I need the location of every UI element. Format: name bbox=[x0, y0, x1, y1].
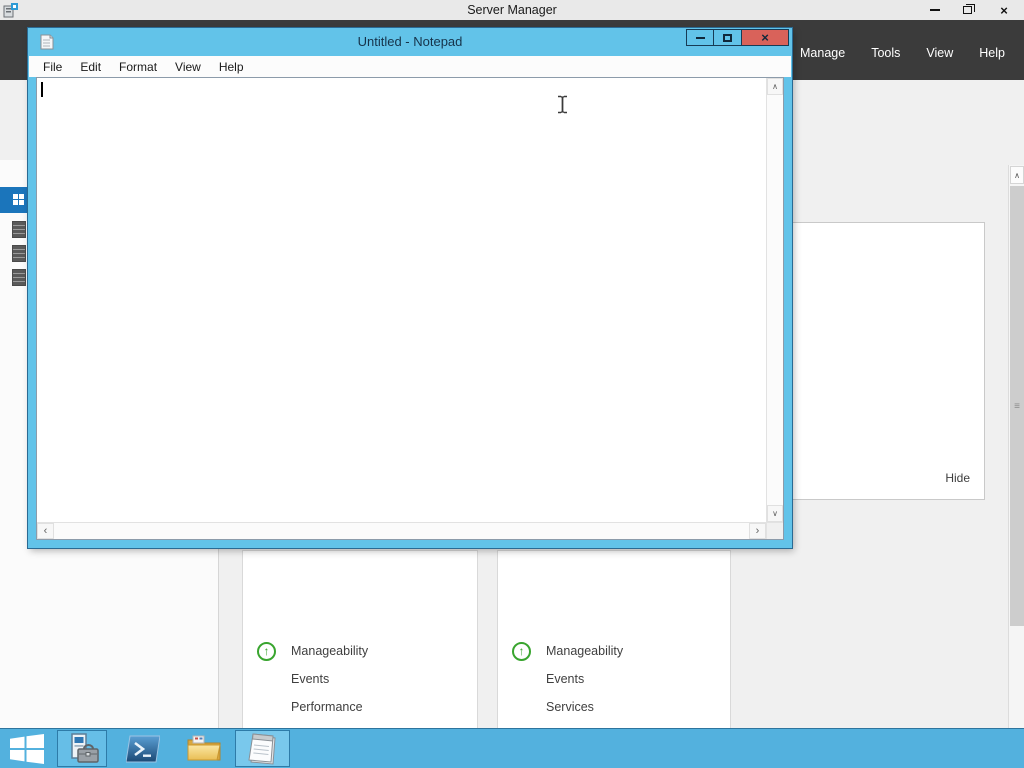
notepad-client-area: ∧ ∨ ‹ › bbox=[36, 77, 784, 540]
appbar-menu-manage[interactable]: Manage bbox=[787, 44, 858, 62]
scroll-right-button[interactable]: › bbox=[749, 523, 766, 539]
notepad-menubar: File Edit Format View Help bbox=[29, 56, 791, 77]
window-title: Untitled - Notepad bbox=[357, 34, 463, 49]
maximize-icon bbox=[723, 33, 732, 42]
tile-link-label: Manageability bbox=[546, 644, 624, 658]
notepad-window: Untitled - Notepad × File Edit Format Vi… bbox=[28, 28, 792, 548]
notepad-menu-help[interactable]: Help bbox=[210, 60, 253, 74]
notepad-vertical-scrollbar[interactable]: ∧ ∨ bbox=[766, 78, 783, 522]
sidebar-item-local-server[interactable] bbox=[12, 221, 26, 238]
tile2-link-events[interactable]: Events bbox=[498, 665, 730, 693]
scroll-up-button[interactable]: ∧ bbox=[1010, 166, 1024, 184]
appbar-menu-tools[interactable]: Tools bbox=[858, 44, 913, 62]
server-manager-titlebar: Server Manager × bbox=[0, 0, 1024, 20]
restore-icon bbox=[963, 4, 975, 14]
status-up-arrow-icon: ↑ bbox=[512, 641, 531, 661]
notepad-titlebar[interactable]: Untitled - Notepad × bbox=[28, 28, 792, 56]
tile1-link-manageability[interactable]: ↑ Manageability bbox=[243, 637, 477, 665]
powershell-icon bbox=[126, 735, 160, 762]
server-manager-icon bbox=[71, 732, 99, 763]
sm-restore-button[interactable] bbox=[951, 0, 984, 20]
appbar-menu-help[interactable]: Help bbox=[966, 44, 1018, 62]
taskbar-notepad-button[interactable] bbox=[235, 730, 290, 767]
taskbar-explorer-button[interactable] bbox=[179, 730, 229, 767]
tile-link-label: Services bbox=[546, 700, 594, 714]
resize-grip[interactable] bbox=[766, 522, 783, 539]
window-title: Server Manager bbox=[467, 3, 557, 17]
tile2-link-services[interactable]: Services bbox=[498, 693, 730, 721]
sm-vertical-scrollbar[interactable]: ∧ ≡ ∨ bbox=[1008, 165, 1024, 768]
start-button[interactable] bbox=[0, 730, 54, 767]
notepad-horizontal-scrollbar[interactable]: ‹ › bbox=[37, 522, 766, 539]
tile1-link-performance[interactable]: Performance bbox=[243, 693, 477, 721]
notepad-text-area[interactable] bbox=[37, 78, 766, 522]
dashboard-icon bbox=[13, 194, 25, 206]
sidebar-item-file-storage[interactable] bbox=[12, 269, 26, 286]
sm-close-button[interactable]: × bbox=[984, 0, 1024, 20]
desktop: Server Manager × Manage Tools View Help … bbox=[0, 0, 1024, 768]
notepad-minimize-button[interactable] bbox=[686, 29, 714, 46]
sidebar-item-all-servers[interactable] bbox=[12, 245, 26, 262]
minimize-icon bbox=[695, 36, 705, 39]
hide-link[interactable]: Hide bbox=[945, 471, 970, 485]
tile-link-label: Performance bbox=[291, 700, 363, 714]
appbar-menu: Manage Tools View Help bbox=[787, 44, 1018, 62]
notepad-menu-format[interactable]: Format bbox=[110, 60, 166, 74]
notepad-maximize-button[interactable] bbox=[714, 29, 742, 46]
notepad-icon bbox=[247, 732, 276, 765]
notepad-close-button[interactable]: × bbox=[742, 29, 789, 46]
windows-logo-icon bbox=[10, 733, 44, 764]
sm-minimize-button[interactable] bbox=[918, 0, 951, 20]
scroll-left-button[interactable]: ‹ bbox=[37, 523, 54, 539]
text-caret bbox=[41, 82, 43, 97]
tile1-link-events[interactable]: Events bbox=[243, 665, 477, 693]
taskbar-powershell-button[interactable] bbox=[118, 730, 168, 767]
taskbar-server-manager-button[interactable] bbox=[57, 730, 107, 767]
notepad-menu-file[interactable]: File bbox=[34, 60, 71, 74]
folder-icon bbox=[187, 735, 221, 760]
taskbar: × × 4:58 AM 12/4/2025 bbox=[0, 728, 1024, 768]
tile-link-label: Manageability bbox=[291, 644, 369, 658]
scroll-up-button[interactable]: ∧ bbox=[767, 78, 783, 95]
notepad-menu-view[interactable]: View bbox=[166, 60, 210, 74]
scroll-down-button[interactable]: ∨ bbox=[767, 505, 783, 522]
mouse-cursor-ibeam bbox=[558, 95, 567, 114]
tile-link-label: Events bbox=[291, 672, 330, 686]
tile2-link-manageability[interactable]: ↑ Manageability bbox=[498, 637, 730, 665]
minimize-icon bbox=[929, 9, 940, 11]
tile-link-label: Events bbox=[546, 672, 585, 686]
appbar-menu-view[interactable]: View bbox=[913, 44, 966, 62]
scrollbar-thumb[interactable]: ≡ bbox=[1010, 186, 1024, 626]
status-up-arrow-icon: ↑ bbox=[257, 641, 276, 661]
notepad-menu-edit[interactable]: Edit bbox=[71, 60, 110, 74]
